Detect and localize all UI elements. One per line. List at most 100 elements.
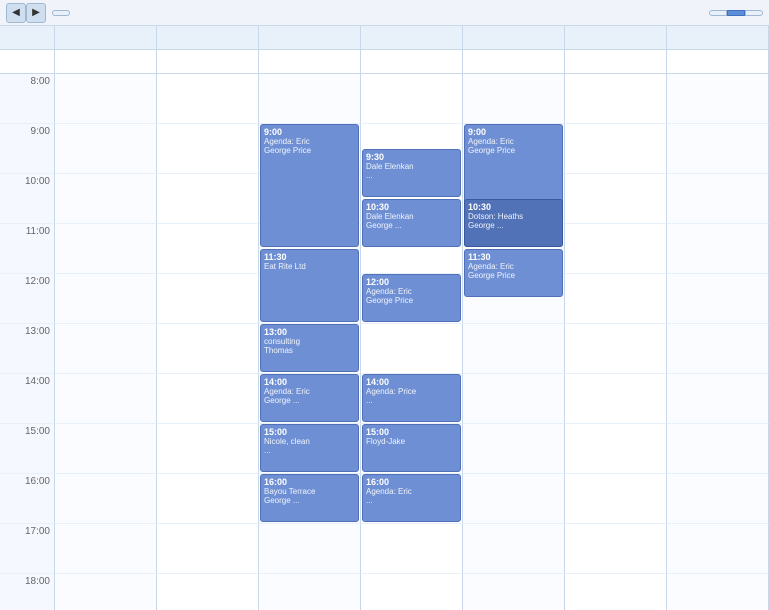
time-cell-day1-hour9[interactable] <box>157 524 259 574</box>
event-4[interactable]: 10:30Dotson: HeathsGeorge ... <box>464 199 563 247</box>
time-cell-day6-hour4[interactable] <box>667 274 769 324</box>
time-cell-day1-hour10[interactable] <box>157 574 259 610</box>
time-cell-day5-hour8[interactable] <box>565 474 667 524</box>
allday-cell-0 <box>55 50 157 73</box>
time-label-2: 10:00 <box>0 174 55 224</box>
time-cell-day4-hour5[interactable] <box>463 324 565 374</box>
day-header-6 <box>667 26 769 49</box>
time-cell-day2-hour9[interactable] <box>259 524 361 574</box>
time-grid: 8:009:0010:0011:0012:0013:0014:0015:0016… <box>0 74 769 610</box>
time-cell-day1-hour6[interactable] <box>157 374 259 424</box>
allday-cell-3 <box>361 50 463 73</box>
time-label-5: 13:00 <box>0 324 55 374</box>
time-cell-day2-hour10[interactable] <box>259 574 361 610</box>
calendar-header: ◀ ▶ <box>0 0 769 26</box>
time-cell-day6-hour5[interactable] <box>667 324 769 374</box>
time-label-6: 14:00 <box>0 374 55 424</box>
time-cell-day6-hour7[interactable] <box>667 424 769 474</box>
event-6[interactable]: 11:30Agenda: EricGeorge Price <box>464 249 563 297</box>
day-view-button[interactable] <box>745 10 763 16</box>
time-cell-day2-hour0[interactable] <box>259 74 361 124</box>
time-cell-day6-hour1[interactable] <box>667 124 769 174</box>
time-cell-day0-hour4[interactable] <box>55 274 157 324</box>
allday-label <box>0 50 55 73</box>
time-cell-day3-hour10[interactable] <box>361 574 463 610</box>
event-11[interactable]: 15:00Nicole, clean... <box>260 424 359 472</box>
event-12[interactable]: 15:00Floyd-Jake <box>362 424 461 472</box>
week-view-button[interactable] <box>727 10 745 16</box>
event-1[interactable]: 9:30Dale Elenkan... <box>362 149 461 197</box>
time-cell-day1-hour4[interactable] <box>157 274 259 324</box>
allday-cell-6 <box>667 50 769 73</box>
event-14[interactable]: 16:00Agenda: Eric... <box>362 474 461 522</box>
view-switcher <box>709 10 763 16</box>
time-cell-day5-hour5[interactable] <box>565 324 667 374</box>
event-13[interactable]: 16:00Bayou TerraceGeorge ... <box>260 474 359 522</box>
allday-cell-1 <box>157 50 259 73</box>
time-cell-day1-hour8[interactable] <box>157 474 259 524</box>
time-cell-day0-hour9[interactable] <box>55 524 157 574</box>
time-cell-day0-hour0[interactable] <box>55 74 157 124</box>
time-cell-day0-hour6[interactable] <box>55 374 157 424</box>
time-cell-day6-hour6[interactable] <box>667 374 769 424</box>
time-cell-day4-hour10[interactable] <box>463 574 565 610</box>
time-cell-day4-hour0[interactable] <box>463 74 565 124</box>
allday-cell-4 <box>463 50 565 73</box>
time-label-3: 11:00 <box>0 224 55 274</box>
time-cell-day5-hour9[interactable] <box>565 524 667 574</box>
time-cell-day5-hour1[interactable] <box>565 124 667 174</box>
time-cell-day6-hour8[interactable] <box>667 474 769 524</box>
time-cell-day5-hour7[interactable] <box>565 424 667 474</box>
next-button[interactable]: ▶ <box>26 3 46 23</box>
time-cell-day1-hour2[interactable] <box>157 174 259 224</box>
time-label-7: 15:00 <box>0 424 55 474</box>
time-cell-day1-hour1[interactable] <box>157 124 259 174</box>
event-8[interactable]: 13:00consultingThomas <box>260 324 359 372</box>
time-cell-day1-hour0[interactable] <box>157 74 259 124</box>
time-cell-day4-hour6[interactable] <box>463 374 565 424</box>
time-cell-day3-hour5[interactable] <box>361 324 463 374</box>
prev-button[interactable]: ◀ <box>6 3 26 23</box>
time-cell-day1-hour3[interactable] <box>157 224 259 274</box>
event-2[interactable]: 10:30Dale ElenkanGeorge ... <box>362 199 461 247</box>
month-view-button[interactable] <box>709 10 727 16</box>
time-cell-day0-hour3[interactable] <box>55 224 157 274</box>
time-cell-day0-hour7[interactable] <box>55 424 157 474</box>
time-cell-day6-hour10[interactable] <box>667 574 769 610</box>
time-cell-day6-hour0[interactable] <box>667 74 769 124</box>
time-cell-day0-hour10[interactable] <box>55 574 157 610</box>
event-0[interactable]: 9:00Agenda: EricGeorge Price <box>260 124 359 247</box>
time-cell-day3-hour9[interactable] <box>361 524 463 574</box>
day-header-1 <box>157 26 259 49</box>
time-cell-day0-hour2[interactable] <box>55 174 157 224</box>
time-cell-day5-hour6[interactable] <box>565 374 667 424</box>
event-5[interactable]: 11:30Eat Rite Ltd <box>260 249 359 322</box>
event-7[interactable]: 12:00Agenda: EricGeorge Price <box>362 274 461 322</box>
time-cell-day5-hour2[interactable] <box>565 174 667 224</box>
time-cell-day5-hour4[interactable] <box>565 274 667 324</box>
time-cell-day6-hour2[interactable] <box>667 174 769 224</box>
time-cell-day5-hour0[interactable] <box>565 74 667 124</box>
today-button[interactable] <box>52 10 70 16</box>
time-cell-day3-hour0[interactable] <box>361 74 463 124</box>
allday-row <box>0 50 769 74</box>
time-cell-day4-hour8[interactable] <box>463 474 565 524</box>
time-cell-day6-hour3[interactable] <box>667 224 769 274</box>
event-9[interactable]: 14:00Agenda: EricGeorge ... <box>260 374 359 422</box>
time-cell-day4-hour7[interactable] <box>463 424 565 474</box>
time-label-0: 8:00 <box>0 74 55 124</box>
time-cell-day6-hour9[interactable] <box>667 524 769 574</box>
time-cell-day5-hour3[interactable] <box>565 224 667 274</box>
time-label-10: 18:00 <box>0 574 55 610</box>
time-cell-day1-hour7[interactable] <box>157 424 259 474</box>
time-cell-day0-hour5[interactable] <box>55 324 157 374</box>
time-cell-day5-hour10[interactable] <box>565 574 667 610</box>
event-10[interactable]: 14:00Agenda: Price... <box>362 374 461 422</box>
time-cell-day0-hour1[interactable] <box>55 124 157 174</box>
time-cell-day4-hour9[interactable] <box>463 524 565 574</box>
time-cell-day0-hour8[interactable] <box>55 474 157 524</box>
time-grid-wrapper[interactable]: 8:009:0010:0011:0012:0013:0014:0015:0016… <box>0 74 769 610</box>
day-header-4 <box>463 26 565 49</box>
day-header-2 <box>259 26 361 49</box>
time-cell-day1-hour5[interactable] <box>157 324 259 374</box>
